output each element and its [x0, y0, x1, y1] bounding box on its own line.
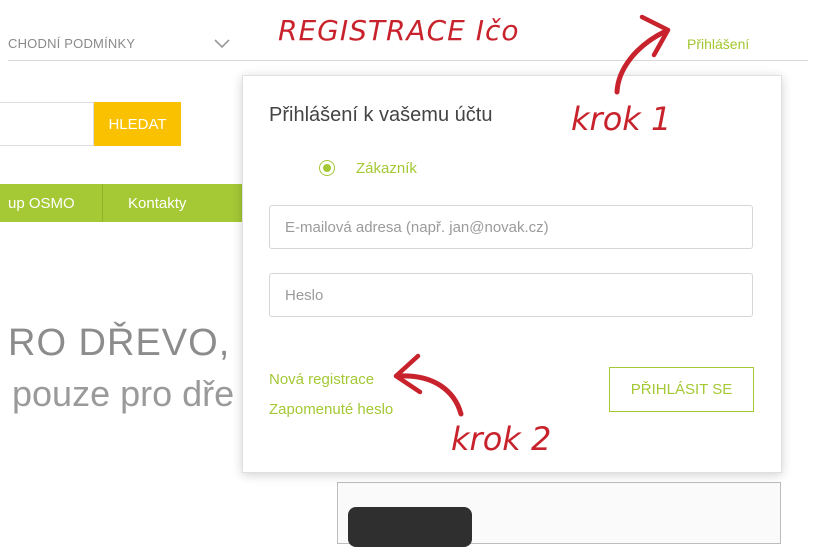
annotation-arrows [393, 14, 671, 417]
arrow-step-2-icon [393, 353, 464, 417]
arrow-step-1-icon [614, 14, 671, 95]
